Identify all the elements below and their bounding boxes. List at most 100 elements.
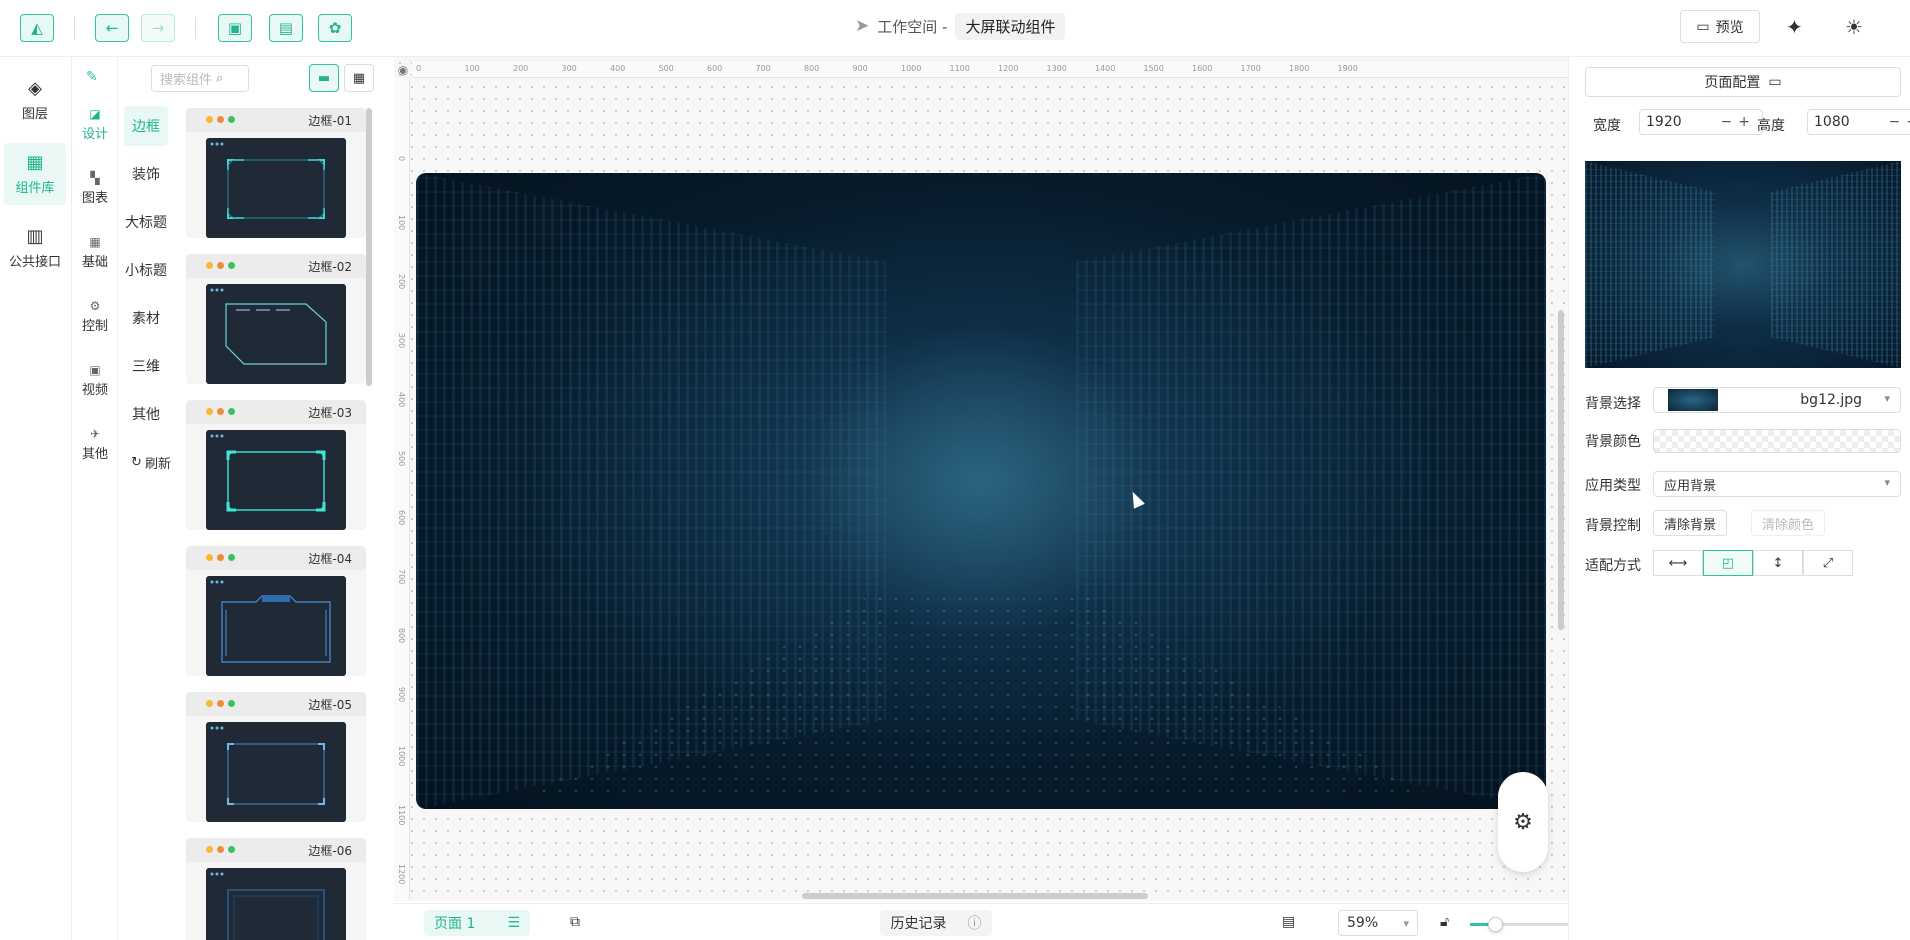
nav-item-public-api[interactable]: ▥ 公共接口 xyxy=(4,217,66,279)
big-screen-page[interactable] xyxy=(416,173,1546,809)
grid-view-icon: ▦ xyxy=(352,70,366,86)
view-list-button[interactable]: ▬ xyxy=(309,64,339,92)
magic-wand-icon[interactable]: ✦ xyxy=(1786,15,1803,39)
settings-button[interactable]: ⚙ xyxy=(1498,772,1548,872)
refresh-button[interactable]: ↻ 刷新 xyxy=(124,442,178,482)
ruler-tick-label: 800 xyxy=(804,64,820,73)
add-page-icon[interactable]: ⧉ xyxy=(570,914,580,930)
minimap-icon[interactable]: ▤ xyxy=(1282,914,1295,930)
ruler-tick-label: 400 xyxy=(610,64,626,73)
category-border[interactable]: 边框 xyxy=(124,106,168,146)
nav-item-label: 公共接口 xyxy=(8,255,61,270)
design-icon: ◪ xyxy=(89,107,101,121)
component-card[interactable]: 边框-05 xyxy=(186,692,366,822)
fit-height-button[interactable]: ↕ xyxy=(1753,550,1803,576)
component-library-icon: ▦ xyxy=(26,152,44,173)
left-nav: ◈ 图层 ▦ 组件库 ▥ 公共接口 xyxy=(0,57,72,940)
ruler-top[interactable]: 0 100 200 300 400 500 600 700 800 900 1000 1100 1200… xyxy=(412,62,1568,78)
canvas-horizontal-scrollbar[interactable] xyxy=(802,893,1148,899)
width-stepper[interactable]: −+ xyxy=(1721,114,1756,130)
fit-default-button[interactable]: ◰ xyxy=(1703,550,1753,576)
clear-background-button[interactable]: 清除背景 xyxy=(1653,510,1728,536)
tab-chart[interactable]: ▚ 图表 xyxy=(72,171,118,206)
component-card[interactable]: 边框-04 xyxy=(186,546,366,676)
bg-control-label: 背景控制 xyxy=(1585,518,1641,534)
tab-control[interactable]: ⚙ 控制 xyxy=(72,299,118,334)
preview-button[interactable]: ▭ 预览 xyxy=(1680,10,1760,43)
page-label: 页面 1 xyxy=(434,916,476,932)
fit-width-button[interactable]: ⟷ xyxy=(1653,550,1703,576)
height-stepper[interactable]: −+ xyxy=(1889,114,1910,130)
tab-label: 其他 xyxy=(81,447,108,462)
nav-item-layers[interactable]: ◈ 图层 xyxy=(4,69,66,131)
fit-fill-button[interactable]: ⤢ xyxy=(1803,550,1853,576)
eye-icon[interactable]: ◉ xyxy=(394,62,412,78)
ruler-tick-label: 300 xyxy=(397,333,406,349)
category-big-title[interactable]: 大标题 xyxy=(124,202,168,242)
clear-color-button[interactable]: 清除颜色 xyxy=(1751,510,1826,536)
app-type-select[interactable]: 应用背景 ▾ xyxy=(1653,471,1901,497)
refresh-label: 刷新 xyxy=(144,456,171,472)
redo-button[interactable]: → xyxy=(141,14,175,42)
history-button[interactable]: 历史记录 ⓘ xyxy=(880,910,992,936)
category-label: 素材 xyxy=(132,311,160,327)
library-scrollbar[interactable] xyxy=(366,108,372,386)
tab-other[interactable]: ✈ 其他 xyxy=(72,427,118,462)
tab-design[interactable]: ◪ 设计 xyxy=(72,107,118,142)
theme-button[interactable]: ✿ xyxy=(318,14,352,42)
component-card[interactable]: 边框-03 xyxy=(186,400,366,530)
component-card[interactable]: 边框-06 xyxy=(186,838,366,940)
window-dots xyxy=(206,116,235,123)
canvas-vertical-scrollbar[interactable] xyxy=(1558,310,1564,630)
tab-basic[interactable]: ▦ 基础 xyxy=(72,235,118,270)
height-input[interactable]: 1080 −+ xyxy=(1807,109,1910,135)
nav-item-component-library[interactable]: ▦ 组件库 xyxy=(4,143,66,205)
preview-label: 预览 xyxy=(1715,19,1744,36)
save-button[interactable]: ▣ xyxy=(218,14,252,42)
project-name[interactable]: 大屏联动组件 xyxy=(955,12,1066,40)
zoom-slider-handle[interactable] xyxy=(1487,917,1503,932)
fit-fill-icon: ⤢ xyxy=(1822,555,1834,571)
page-tab[interactable]: 页面 1 ☰ xyxy=(424,910,530,936)
template-icon: ▤ xyxy=(278,19,294,37)
component-card[interactable]: 边框-01 xyxy=(186,108,366,238)
ruler-tick-label: 700 xyxy=(755,64,771,73)
zoom-slider[interactable] xyxy=(1470,917,1568,932)
monitor-icon: ▭ xyxy=(1696,18,1710,35)
clear-color-label: 清除颜色 xyxy=(1762,517,1815,533)
background-color-picker[interactable] xyxy=(1653,429,1901,453)
pin-icon[interactable]: ✎ xyxy=(86,69,98,85)
help-icon[interactable]: ⓘ xyxy=(968,913,982,933)
zoom-select[interactable]: 59% ▾ xyxy=(1338,910,1418,936)
ruler-left[interactable]: 0 100 200 300 400 500 600 700 800 900 1000 1100 1200… xyxy=(394,78,410,900)
ruler-tick-label: 900 xyxy=(397,687,406,703)
page-config-header: 页面配置 ▭ xyxy=(1585,67,1901,97)
window-dots xyxy=(206,700,235,707)
background-select[interactable]: bg12.jpg ▾ xyxy=(1653,387,1901,413)
component-card[interactable]: 边框-02 xyxy=(186,254,366,384)
bg-color-label: 背景颜色 xyxy=(1585,434,1641,450)
component-cards: 边框-01 边框-02 边框-03 边框-04 边框-05 边框-06 xyxy=(186,108,366,940)
logo-icon[interactable]: ◭ xyxy=(20,14,54,42)
tab-video[interactable]: ▣ 视频 xyxy=(72,363,118,398)
category-3d[interactable]: 三维 xyxy=(124,346,168,386)
api-icon: ▥ xyxy=(26,226,44,247)
nav-item-label: 图层 xyxy=(21,107,48,122)
category-small-title[interactable]: 小标题 xyxy=(124,250,168,290)
lock-icon[interactable]: 🔓︎ xyxy=(1440,914,1449,930)
ruler-tick-label: 1400 xyxy=(1095,64,1116,73)
tab-label: 视频 xyxy=(81,383,108,398)
category-material[interactable]: 素材 xyxy=(124,298,168,338)
category-other[interactable]: 其他 xyxy=(124,394,168,434)
category-label: 边框 xyxy=(132,119,160,135)
search-input[interactable]: 搜索组件 ⌕ xyxy=(151,65,249,92)
border-05-thumbnail xyxy=(206,722,346,822)
fit-height-icon: ↕ xyxy=(1772,555,1784,571)
list-icon[interactable]: ☰ xyxy=(507,915,520,931)
sun-icon[interactable]: ☀ xyxy=(1845,15,1863,39)
template-button[interactable]: ▤ xyxy=(269,14,303,42)
undo-button[interactable]: ← xyxy=(95,14,129,42)
view-grid-button[interactable]: ▦ xyxy=(344,64,374,92)
width-input[interactable]: 1920 −+ xyxy=(1639,109,1763,135)
category-decoration[interactable]: 装饰 xyxy=(124,154,168,194)
